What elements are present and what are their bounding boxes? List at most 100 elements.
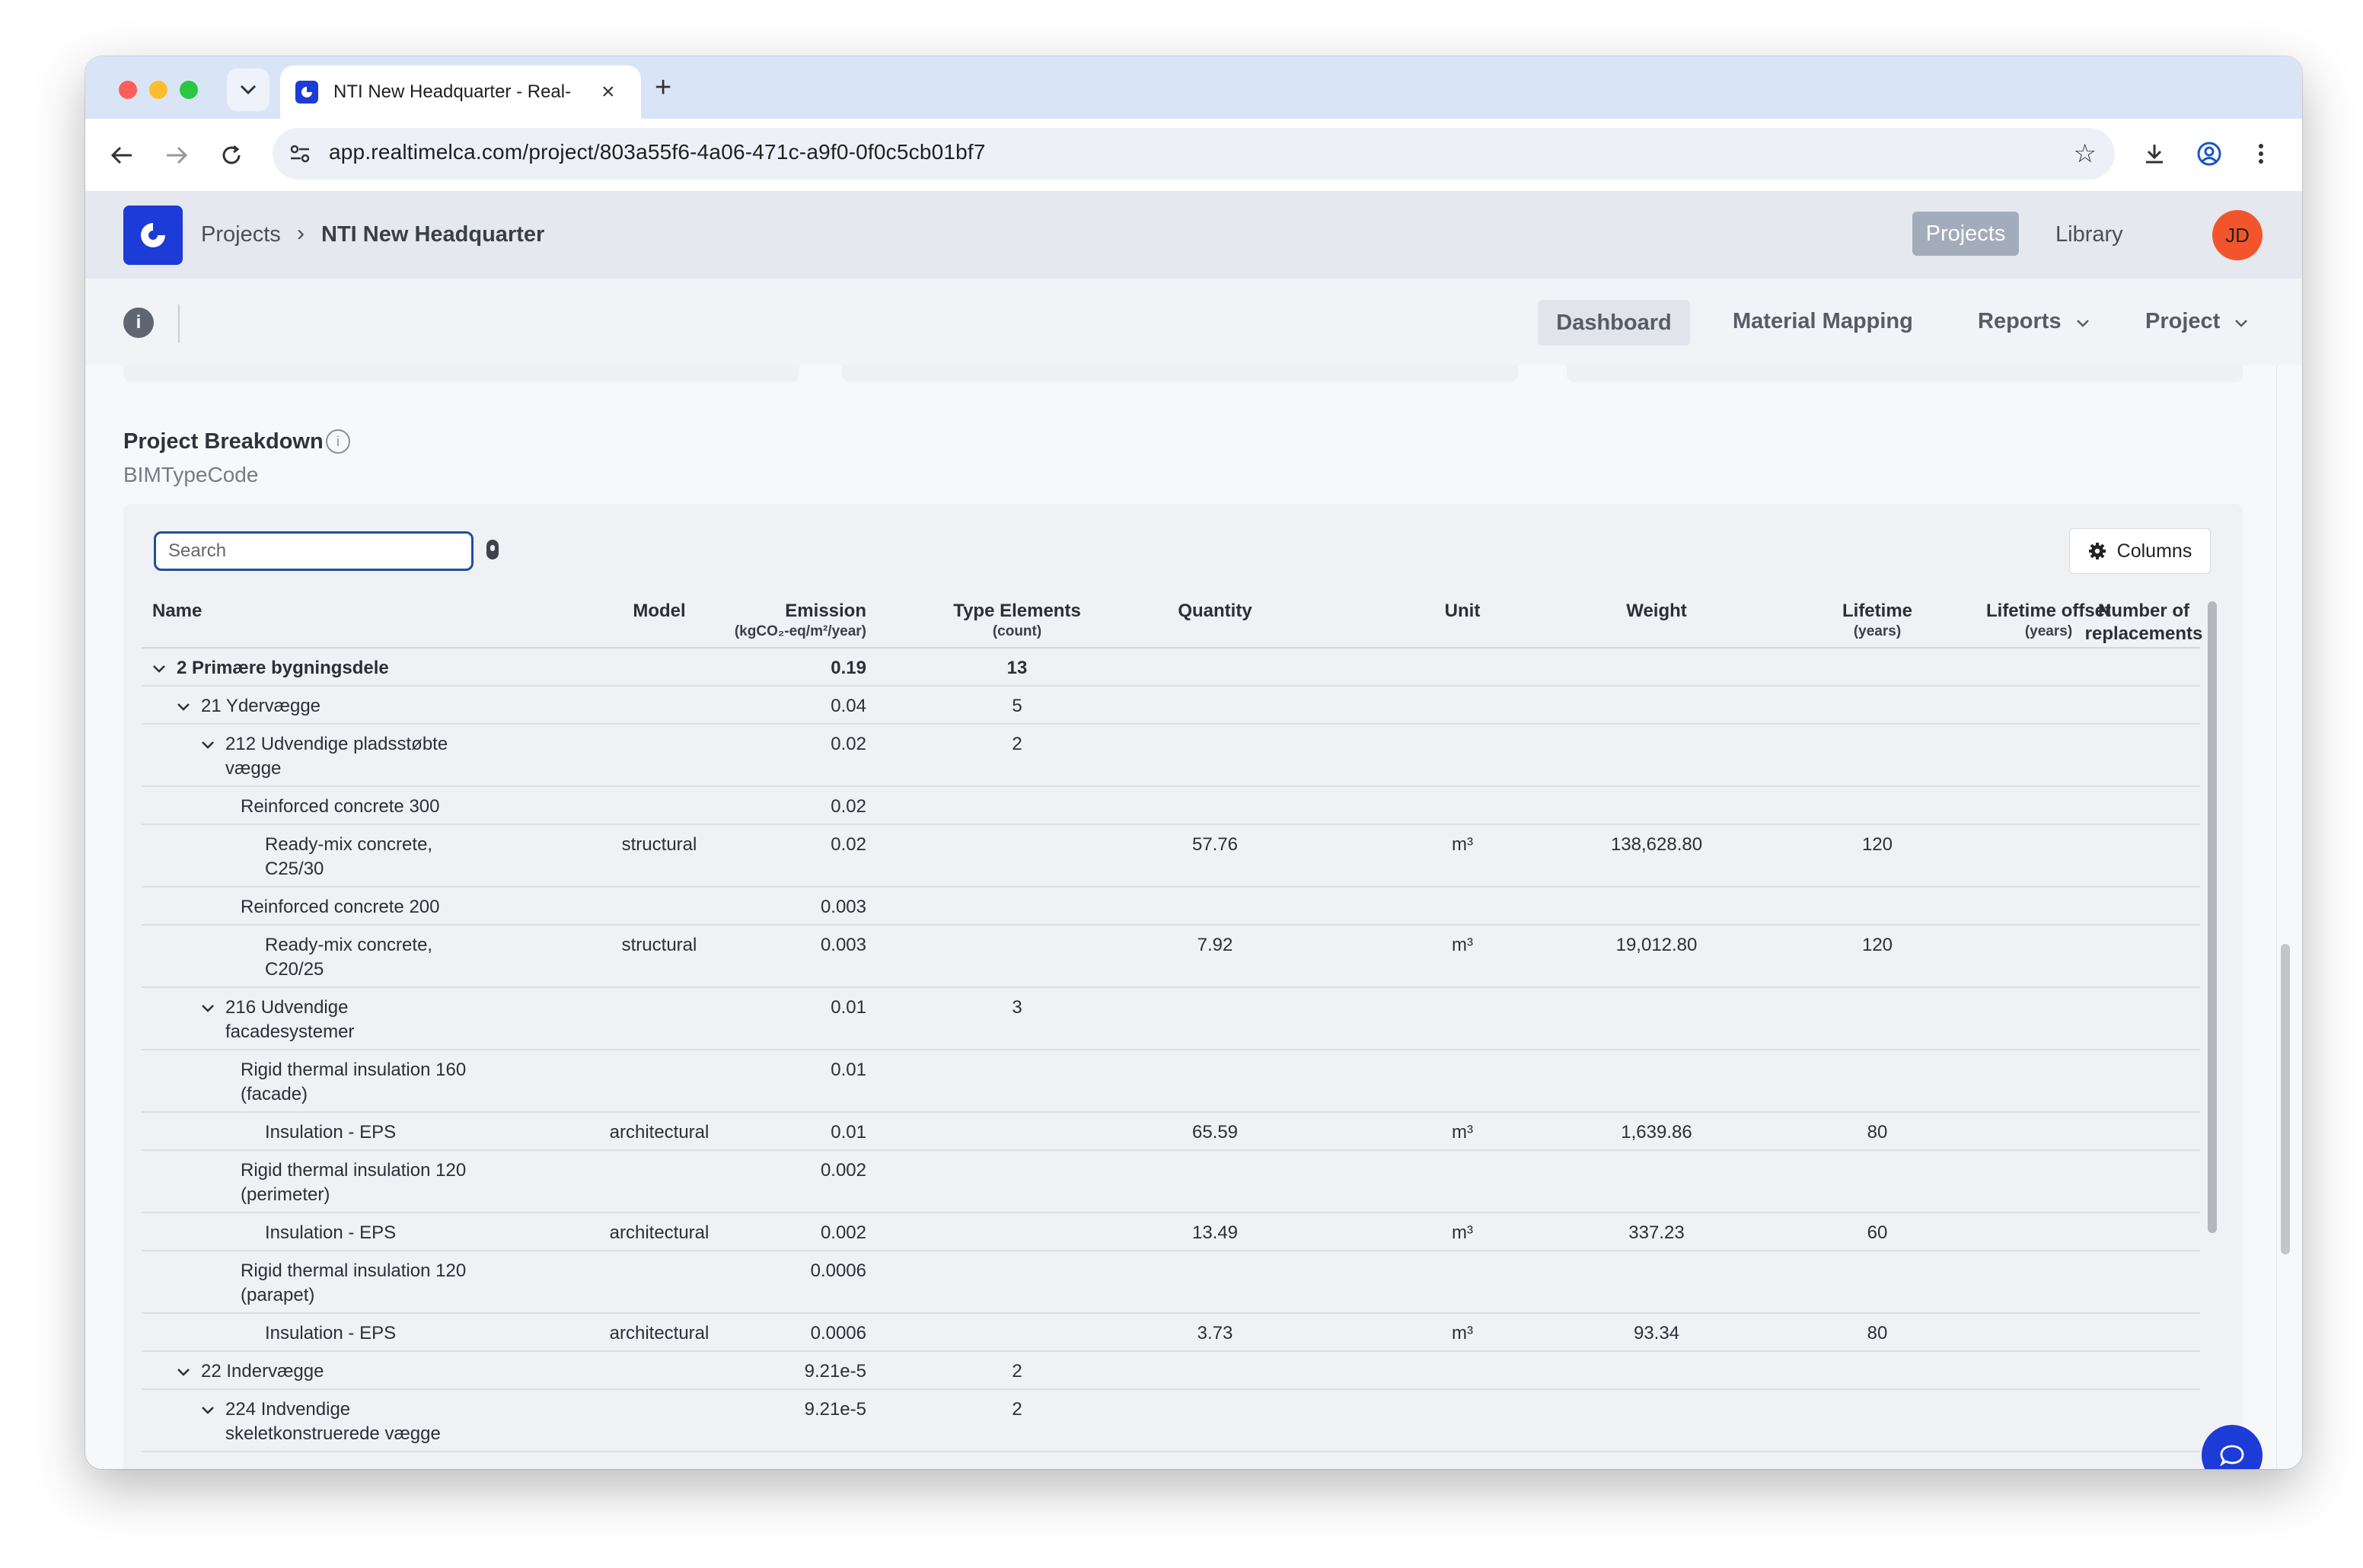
row-name-line2: C20/25 [265,959,324,980]
row-name: 21 Ydervægge [201,694,568,719]
row-name-line1: Rigid thermal insulation 120 [241,1160,467,1181]
table-row[interactable]: Insulation - EPS architectural 0.01 65.59 m³… [142,1113,2200,1151]
reload-icon[interactable] [218,142,245,169]
chevron-down-icon[interactable] [201,996,215,1020]
col-name[interactable]: Name [152,600,202,623]
minimize-window-button[interactable] [149,81,167,99]
row-emission: 0.01 [831,1060,866,1080]
table-row[interactable]: 212 Udvendige pladsstøbte vægge 0.02 2 [142,725,2200,787]
table-row[interactable]: 21 Ydervægge 0.04 5 [142,687,2200,725]
row-name-line1: Insulation - EPS [265,1222,397,1243]
col-lifetime[interactable]: Lifetime (years) [1786,600,1969,641]
row-emission: 0.01 [831,1122,866,1143]
columns-button[interactable]: Columns [2069,528,2211,574]
sub-nav: i Dashboard Material Mapping Reports Pro… [85,279,2302,365]
table-row[interactable]: Reinforced concrete 300 0.02 [142,787,2200,825]
table-row[interactable]: Ready-mix concrete, C20/25 structural 0.003… [142,926,2200,988]
table-row[interactable]: Rigid thermal insulation 120 (perimeter) 0… [142,1151,2200,1213]
col-emission[interactable]: Emission (kgCO₂-eq/m²/year) [674,600,866,641]
col-type-elements-label: Type Elements [953,601,1081,621]
row-name-line1: 2 Primære bygningsdele [177,658,389,678]
row-emission: 0.19 [831,658,866,678]
col-emission-unit: (kgCO₂-eq/m²/year) [734,623,866,639]
card-remnant [123,365,799,382]
table-row[interactable]: Ready-mix concrete, C25/30 structural 0.02 5… [142,825,2200,888]
browser-tab[interactable]: NTI New Headquarter - Real- × [280,65,641,119]
col-unit[interactable]: Unit [1421,600,1504,623]
close-window-button[interactable] [119,81,137,99]
page-scrollbar[interactable] [2281,944,2290,1254]
table-row[interactable]: Rigid thermal insulation 160 (facade) 0.01 [142,1050,2200,1113]
col-replacements-line1: Number of [2098,601,2189,621]
table-row[interactable]: Reinforced concrete 200 0.003 [142,888,2200,926]
search-input[interactable] [154,531,474,571]
tab-project-label: Project [2145,309,2221,333]
row-name-line1: Rigid thermal insulation 120 [241,1260,467,1281]
col-lifetime-unit: (years) [1853,623,1902,639]
table-scrollbar[interactable] [2208,601,2217,1233]
download-icon[interactable] [2139,139,2170,169]
row-weight: 93.34 [1633,1323,1680,1343]
table-row[interactable]: 22 Indervægge 9.21e-5 2 [142,1352,2200,1390]
row-type-elements: 2 [1012,1361,1022,1382]
row-emission: 0.0006 [810,1323,866,1343]
row-name: Reinforced concrete 300 [241,795,568,819]
row-type-elements: 3 [1012,997,1022,1018]
table-row[interactable]: Insulation - EPS architectural 0.002 13.49 m… [142,1213,2200,1251]
chevron-down-icon[interactable] [201,732,215,757]
row-name: 22 Indervægge [201,1359,568,1384]
columns-label: Columns [2116,540,2192,562]
table-row[interactable]: 216 Udvendige facadesystemer 0.01 3 [142,988,2200,1050]
close-tab-icon[interactable]: × [601,81,615,104]
chevron-down-icon[interactable] [177,1359,190,1384]
breadcrumb-projects[interactable]: Projects [201,222,281,247]
site-settings-icon[interactable] [288,142,312,166]
chevron-down-icon[interactable] [177,694,190,719]
row-name: Rigid thermal insulation 120 (perimeter) [241,1158,568,1207]
back-icon[interactable] [108,142,136,169]
avatar[interactable]: JD [2212,210,2263,260]
app-logo-icon[interactable] [123,206,183,265]
tab-material-mapping[interactable]: Material Mapping [1733,309,1913,334]
chevron-down-icon [2235,320,2248,327]
nav-projects-button[interactable]: Projects [1912,212,2019,256]
row-name-line1: 22 Indervægge [201,1361,324,1382]
row-weight: 138,628.80 [1610,834,1703,855]
address-bar[interactable]: app.realtimelca.com/project/803a55f6-4a0… [273,128,2115,180]
star-icon[interactable]: ☆ [2074,139,2097,169]
tab-search-button[interactable] [227,69,269,111]
info-icon[interactable]: i [326,429,350,454]
tab-project[interactable]: Project [2145,309,2249,334]
info-icon[interactable]: i [123,308,154,338]
more-icon[interactable] [2246,139,2276,169]
chevron-down-icon [240,84,257,95]
row-name-line2: (parapet) [241,1285,315,1305]
table-header: Name Model Emission (kgCO₂-eq/m²/year) T… [142,589,2202,649]
chevron-down-icon[interactable] [201,1397,215,1422]
main-content: Project Breakdown i BIMTypeCode Columns … [85,365,2302,1469]
profile-icon[interactable] [2194,139,2224,169]
table-row[interactable]: Rigid thermal insulation 120 (parapet) 0.0… [142,1251,2200,1314]
new-tab-button[interactable]: + [655,73,671,102]
row-weight: 19,012.80 [1615,935,1698,955]
col-weight[interactable]: Weight [1550,600,1763,623]
nav-library-link[interactable]: Library [2055,222,2123,247]
table-row[interactable]: 224 Indvendige skeletkonstruerede vægge 9.… [142,1390,2200,1452]
forward-icon[interactable] [163,142,190,169]
mic-icon[interactable] [484,537,501,563]
col-quantity[interactable]: Quantity [1131,600,1299,623]
tab-title: NTI New Headquarter - Real- [333,81,572,102]
row-name-line1: Insulation - EPS [265,1323,397,1343]
tab-reports[interactable]: Reports [1978,309,2090,334]
col-type-elements[interactable]: Type Elements (count) [926,600,1108,641]
table-row[interactable]: Insulation - EPS architectural 0.0006 3.73 m… [142,1314,2200,1352]
tab-dashboard[interactable]: Dashboard [1538,300,1690,346]
row-quantity: 13.49 [1191,1222,1239,1243]
maximize-window-button[interactable] [180,81,198,99]
table-row[interactable]: 2 Primære bygningsdele 0.19 13 [142,649,2200,687]
col-replacements[interactable]: Number of replacements [2060,600,2227,645]
row-name-line2: skeletkonstruerede vægge [225,1423,441,1444]
row-name-line1: Ready-mix concrete, [265,834,433,855]
row-name: Rigid thermal insulation 120 (parapet) [241,1259,568,1308]
chevron-down-icon[interactable] [152,656,166,680]
